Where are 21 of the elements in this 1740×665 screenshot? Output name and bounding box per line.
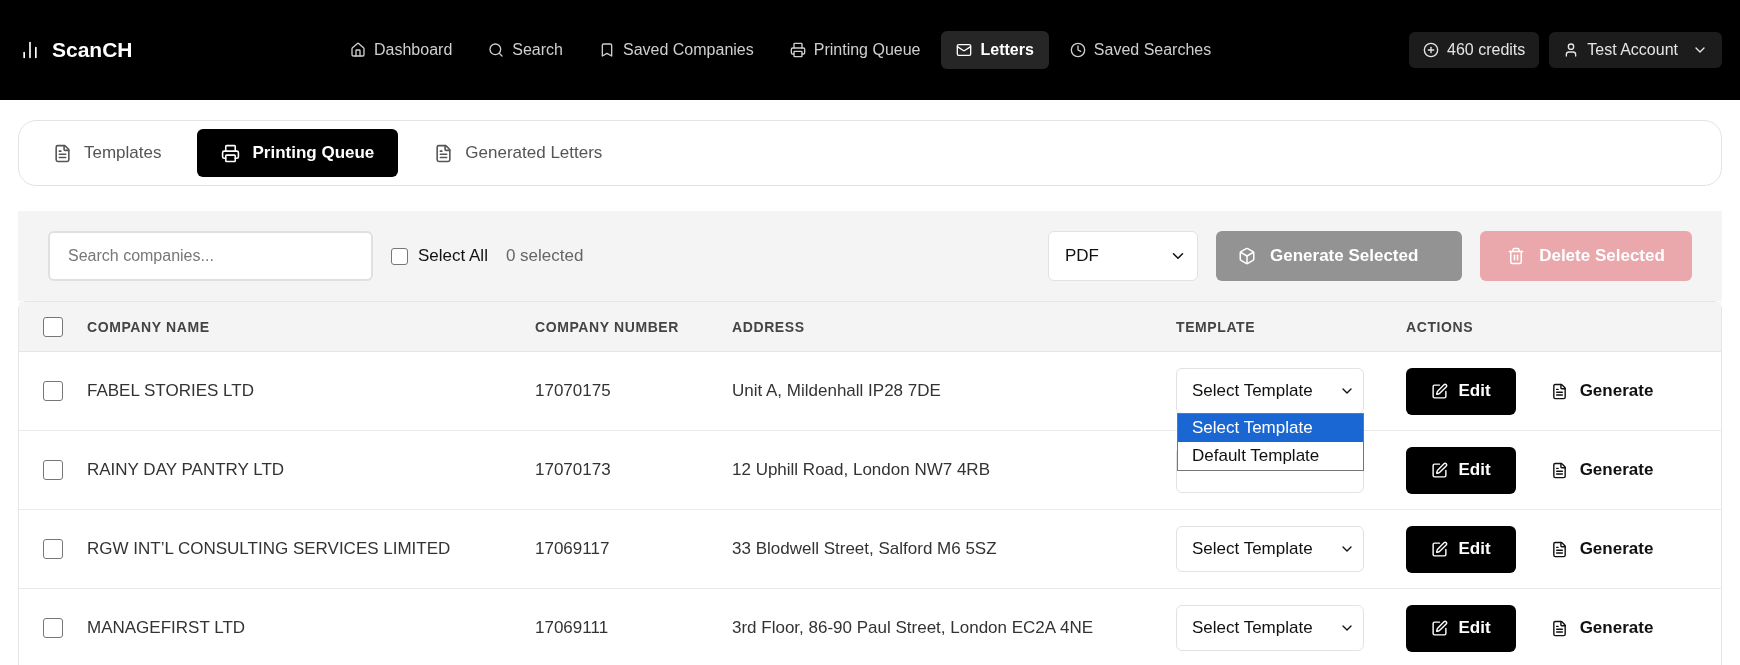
address: 12 Uphill Road, London NW7 4RB	[732, 460, 990, 479]
column-header: COMPANY NUMBER	[535, 318, 679, 335]
address: 3rd Floor, 86-90 Paul Street, London EC2A 4NE	[732, 618, 1093, 637]
company-number: 17070175	[535, 381, 611, 400]
company-name: RAINY DAY PANTRY LTD	[87, 460, 285, 479]
company-number: 17069117	[535, 539, 610, 558]
app-logo: ScanCH	[52, 38, 133, 62]
company-name: RGW INT’L CONSULTING SERVICES LIMITED	[87, 539, 451, 558]
company-number: 17069111	[535, 618, 609, 637]
company-name: MANAGEFIRST LTD	[87, 618, 246, 637]
column-header: COMPANY NAME	[87, 318, 210, 335]
credits-badge: 460 credits	[1409, 32, 1540, 68]
column-header: ADDRESS	[732, 318, 805, 335]
company-name: FABEL STORIES LTD	[87, 381, 254, 400]
select-all-label: Select All	[418, 246, 488, 266]
company-number: 17070173	[535, 460, 611, 479]
address: Unit A, Mildenhall IP28 7DE	[732, 381, 941, 400]
address: 33 Blodwell Street, Salford M6 5SZ	[732, 539, 997, 558]
column-header: TEMPLATE	[1176, 318, 1256, 335]
selected-count: 0 selected	[505, 246, 584, 266]
column-header: ACTIONS	[1406, 318, 1474, 335]
